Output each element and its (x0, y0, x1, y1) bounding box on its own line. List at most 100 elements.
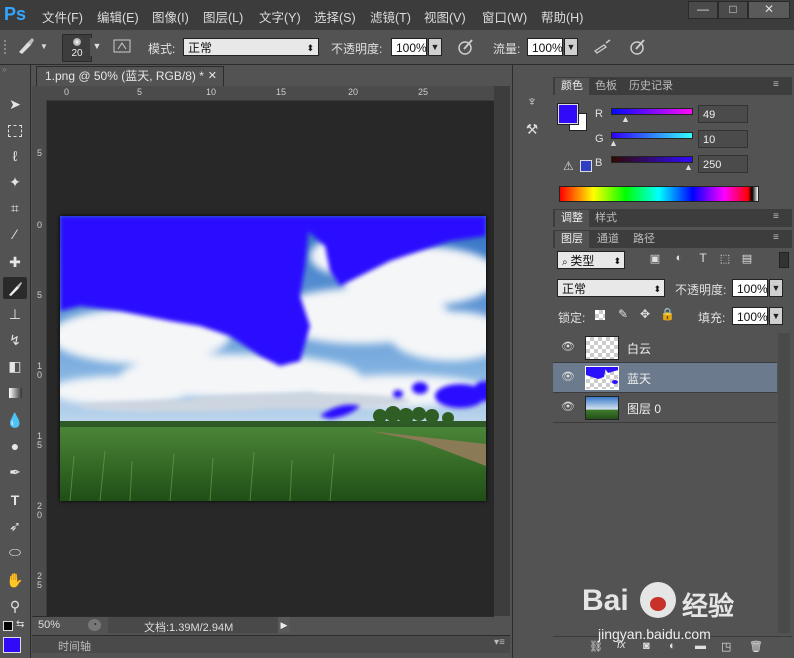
lasso-tool-icon[interactable]: ℓ (3, 145, 27, 167)
vertical-scrollbar[interactable] (494, 86, 510, 616)
menu-type[interactable]: 文字(Y) (259, 7, 301, 26)
b-slider-track[interactable] (611, 156, 693, 163)
opacity-input[interactable]: 100% (391, 38, 427, 56)
foreground-color-swatch[interactable] (557, 103, 579, 125)
foreground-color-swatch[interactable] (3, 637, 21, 653)
panel-menu-icon[interactable]: ≡ (773, 79, 779, 90)
menu-layer[interactable]: 图层(L) (203, 7, 243, 26)
tab-styles[interactable]: 样式 (589, 210, 623, 227)
lock-image-icon[interactable]: ✎ (616, 307, 630, 321)
lock-position-icon[interactable]: ✥ (638, 307, 652, 321)
clone-source-icon[interactable]: ⚒ (523, 121, 541, 139)
crop-tool-icon[interactable]: ⌗ (3, 197, 27, 219)
brush-preset-picker[interactable]: 20 (62, 34, 92, 62)
horizontal-ruler[interactable]: 0 5 10 15 20 25 (46, 86, 494, 101)
opacity-dropdown-icon[interactable]: ▼ (428, 38, 442, 56)
tab-layers[interactable]: 图层 (555, 231, 589, 248)
gamut-color-swatch[interactable] (580, 160, 592, 172)
history-brush-tool-icon[interactable]: ↯ (3, 329, 27, 351)
default-colors-icon[interactable] (3, 621, 13, 631)
pen-tool-icon[interactable]: ✒ (3, 461, 27, 483)
flow-dropdown-icon[interactable]: ▼ (564, 38, 578, 56)
menu-window[interactable]: 窗口(W) (482, 7, 527, 26)
out-of-gamut-warning-icon[interactable]: ⚠ (563, 159, 574, 173)
path-selection-tool-icon[interactable]: ➶ (3, 515, 27, 537)
maximize-button[interactable]: □ (718, 1, 748, 19)
menu-image[interactable]: 图像(I) (152, 7, 189, 26)
filter-type-icon[interactable]: T (696, 251, 710, 265)
blend-mode-select[interactable]: 正常 ⬍ (557, 279, 665, 297)
filter-adjustment-icon[interactable]: ◐ (672, 252, 686, 264)
visibility-eye-icon[interactable]: 👁 (561, 400, 575, 414)
marquee-tool-icon[interactable] (3, 119, 27, 141)
layer-row[interactable]: 👁 白云 (553, 333, 777, 363)
brush-tool-icon[interactable] (14, 36, 38, 58)
zoom-level[interactable]: 50% (38, 619, 60, 631)
ellipse-tool-icon[interactable]: ⬭ (3, 541, 27, 563)
minimize-button[interactable]: — (688, 1, 718, 19)
lock-all-icon[interactable]: 🔒 (660, 307, 675, 321)
color-spectrum-bar[interactable] (559, 186, 759, 202)
tab-swatches[interactable]: 色板 (589, 78, 623, 95)
menu-file[interactable]: 文件(F) (42, 7, 83, 26)
lock-transparent-icon[interactable] (595, 310, 607, 322)
brush-panel-icon[interactable] (112, 38, 132, 56)
g-slider-track[interactable] (611, 132, 693, 139)
layer-row[interactable]: 👁 蓝天 (553, 363, 777, 393)
eraser-tool-icon[interactable]: ◧ (3, 355, 27, 377)
document-tab[interactable]: 1.png @ 50% (蓝天, RGB/8) * ✕ (36, 66, 224, 86)
g-slider-thumb[interactable]: ▲ (609, 138, 618, 148)
tab-color[interactable]: 颜色 (555, 78, 589, 95)
fill-input[interactable]: 100% (732, 307, 768, 325)
zoom-tool-icon[interactable]: ⚲ (3, 595, 27, 617)
menu-help[interactable]: 帮助(H) (541, 7, 583, 26)
tool-preset-dropdown-icon[interactable]: ▼ (40, 42, 48, 51)
layer-opacity-input[interactable]: 100% (732, 279, 768, 297)
blur-tool-icon[interactable]: 💧 (3, 409, 27, 431)
swap-colors-icon[interactable]: ⇆ (16, 619, 24, 630)
tab-adjustments[interactable]: 调整 (555, 210, 589, 227)
visibility-eye-icon[interactable]: 👁 (561, 340, 575, 354)
tab-history[interactable]: 历史记录 (623, 78, 679, 95)
r-slider-thumb[interactable]: ▲ (621, 114, 630, 124)
panel-menu-icon[interactable]: ▾≡ (494, 637, 505, 648)
clone-stamp-tool-icon[interactable]: ⊥ (3, 303, 27, 325)
menu-select[interactable]: 选择(S) (314, 7, 356, 26)
brush-tool-icon[interactable] (3, 277, 27, 299)
filter-shape-icon[interactable]: ⬚ (718, 252, 732, 265)
airbrush-icon[interactable] (592, 37, 612, 57)
eyedropper-tool-icon[interactable]: ⁄ (3, 223, 27, 245)
filter-toggle[interactable] (779, 252, 789, 268)
dodge-tool-icon[interactable]: ● (3, 435, 27, 457)
close-button[interactable]: ✕ (748, 1, 790, 19)
ruler-origin[interactable] (32, 86, 46, 100)
layer-row[interactable]: 👁 图层 0 (553, 393, 777, 423)
filter-pixel-icon[interactable]: ▣ (648, 252, 662, 265)
document-image[interactable] (60, 216, 486, 501)
gradient-tool-icon[interactable] (3, 381, 27, 403)
pressure-size-icon[interactable] (628, 37, 648, 57)
filter-smart-object-icon[interactable]: ▤ (740, 252, 754, 265)
mode-select[interactable]: 正常 ⬍ (183, 38, 319, 56)
panel-menu-icon[interactable]: ≡ (773, 232, 779, 243)
b-slider-thumb[interactable]: ▲ (684, 162, 693, 172)
menu-view[interactable]: 视图(V) (424, 7, 466, 26)
g-value-input[interactable]: 10 (698, 130, 748, 148)
visibility-eye-icon[interactable]: 👁 (561, 370, 575, 384)
tab-channels[interactable]: 通道 (591, 231, 625, 248)
status-menu-arrow-icon[interactable]: ▶ (278, 617, 290, 633)
b-value-input[interactable]: 250 (698, 155, 748, 173)
r-value-input[interactable]: 49 (698, 105, 748, 123)
move-tool-icon[interactable]: ➤ (3, 93, 27, 115)
layer-filter-select[interactable]: ⌕ 类型 ⬍ (557, 251, 625, 269)
layer-opacity-dropdown-icon[interactable]: ▼ (769, 279, 783, 297)
collapse-tools-icon[interactable]: » (2, 66, 28, 74)
flow-input[interactable]: 100% (527, 38, 563, 56)
tab-paths[interactable]: 路径 (627, 231, 661, 248)
vertical-ruler[interactable]: 5 0 5 1 0 1 5 2 0 2 5 (32, 100, 47, 616)
type-tool-icon[interactable]: T (3, 489, 27, 511)
healing-brush-tool-icon[interactable]: ✚ (3, 251, 27, 273)
panel-menu-icon[interactable]: ≡ (773, 211, 779, 222)
grip-handle[interactable] (4, 40, 10, 54)
brush-preset-dropdown-icon[interactable]: ▼ (90, 38, 104, 56)
